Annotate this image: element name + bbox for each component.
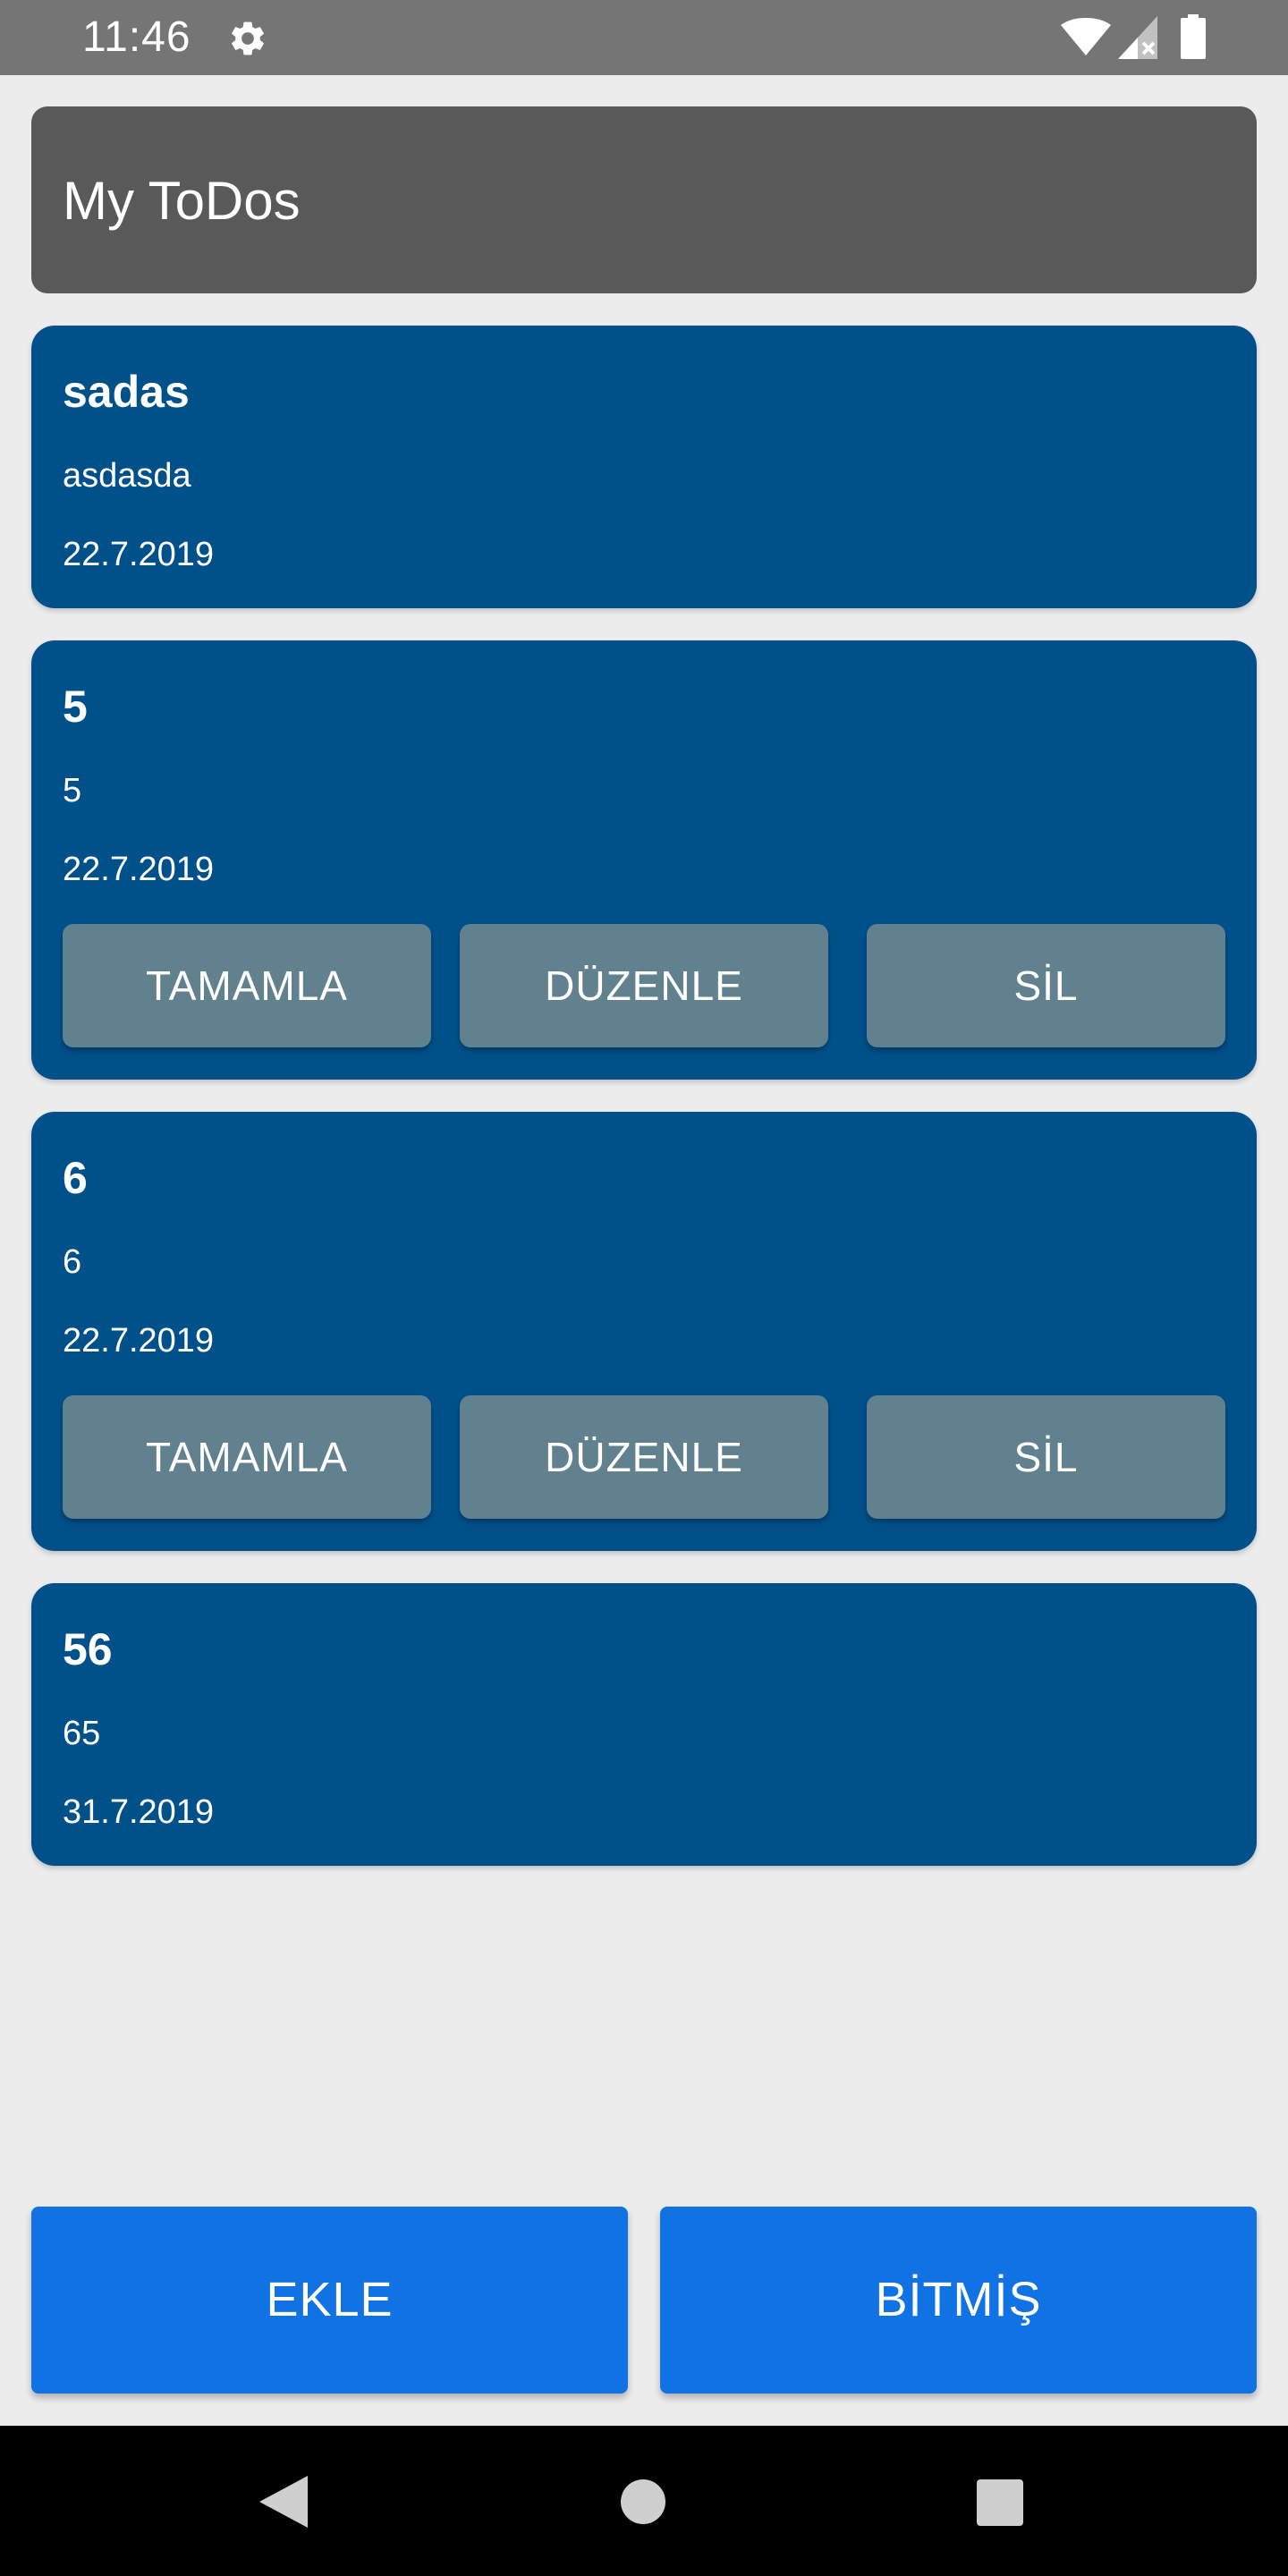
todo-description: asdasda bbox=[63, 457, 191, 495]
todo-description: 6 bbox=[63, 1243, 82, 1281]
todo-title: 6 bbox=[63, 1153, 88, 1203]
todo-card[interactable]: sadas asdasda 22.7.2019 bbox=[31, 326, 1257, 608]
navigation-bar bbox=[0, 2426, 1288, 2576]
gear-icon bbox=[232, 21, 264, 55]
todo-description: 5 bbox=[63, 772, 82, 809]
edit-button[interactable]: DÜZENLE bbox=[460, 924, 828, 1047]
todo-title: sadas bbox=[63, 367, 190, 417]
todo-title: 56 bbox=[63, 1624, 113, 1674]
recents-icon[interactable] bbox=[977, 2479, 1023, 2526]
todo-card[interactable]: 56 65 31.7.2019 bbox=[31, 1583, 1257, 1866]
edit-button[interactable]: DÜZENLE bbox=[460, 1395, 828, 1519]
page-title: My ToDos bbox=[63, 171, 301, 231]
signal-icon bbox=[1118, 16, 1157, 59]
wifi-icon bbox=[1061, 18, 1111, 55]
status-bar: 11:46 bbox=[0, 0, 1288, 75]
add-button[interactable]: EKLE bbox=[31, 2207, 628, 2394]
home-icon[interactable] bbox=[621, 2479, 665, 2524]
todo-card[interactable]: 5 5 22.7.2019 TAMAMLA DÜZENLE SİL bbox=[31, 640, 1257, 1080]
delete-button[interactable]: SİL bbox=[867, 924, 1225, 1047]
todo-date: 31.7.2019 bbox=[63, 1793, 215, 1831]
todo-title: 5 bbox=[63, 682, 88, 732]
finished-button[interactable]: BİTMİŞ bbox=[660, 2207, 1257, 2394]
complete-button[interactable]: TAMAMLA bbox=[63, 924, 431, 1047]
todo-card[interactable]: 6 6 22.7.2019 TAMAMLA DÜZENLE SİL bbox=[31, 1112, 1257, 1551]
complete-button[interactable]: TAMAMLA bbox=[63, 1395, 431, 1519]
status-time: 11:46 bbox=[82, 13, 191, 61]
todo-date: 22.7.2019 bbox=[63, 851, 215, 888]
todo-date: 22.7.2019 bbox=[63, 536, 215, 573]
todo-description: 65 bbox=[63, 1715, 101, 1752]
delete-button[interactable]: SİL bbox=[867, 1395, 1225, 1519]
todo-date: 22.7.2019 bbox=[63, 1322, 215, 1360]
battery-icon bbox=[1181, 14, 1206, 59]
app-screen: 11:46 My ToDos sadas asdasda 22.7.2019 5… bbox=[0, 0, 1288, 2576]
app-header: My ToDos bbox=[31, 106, 1257, 293]
back-icon[interactable] bbox=[259, 2476, 308, 2528]
